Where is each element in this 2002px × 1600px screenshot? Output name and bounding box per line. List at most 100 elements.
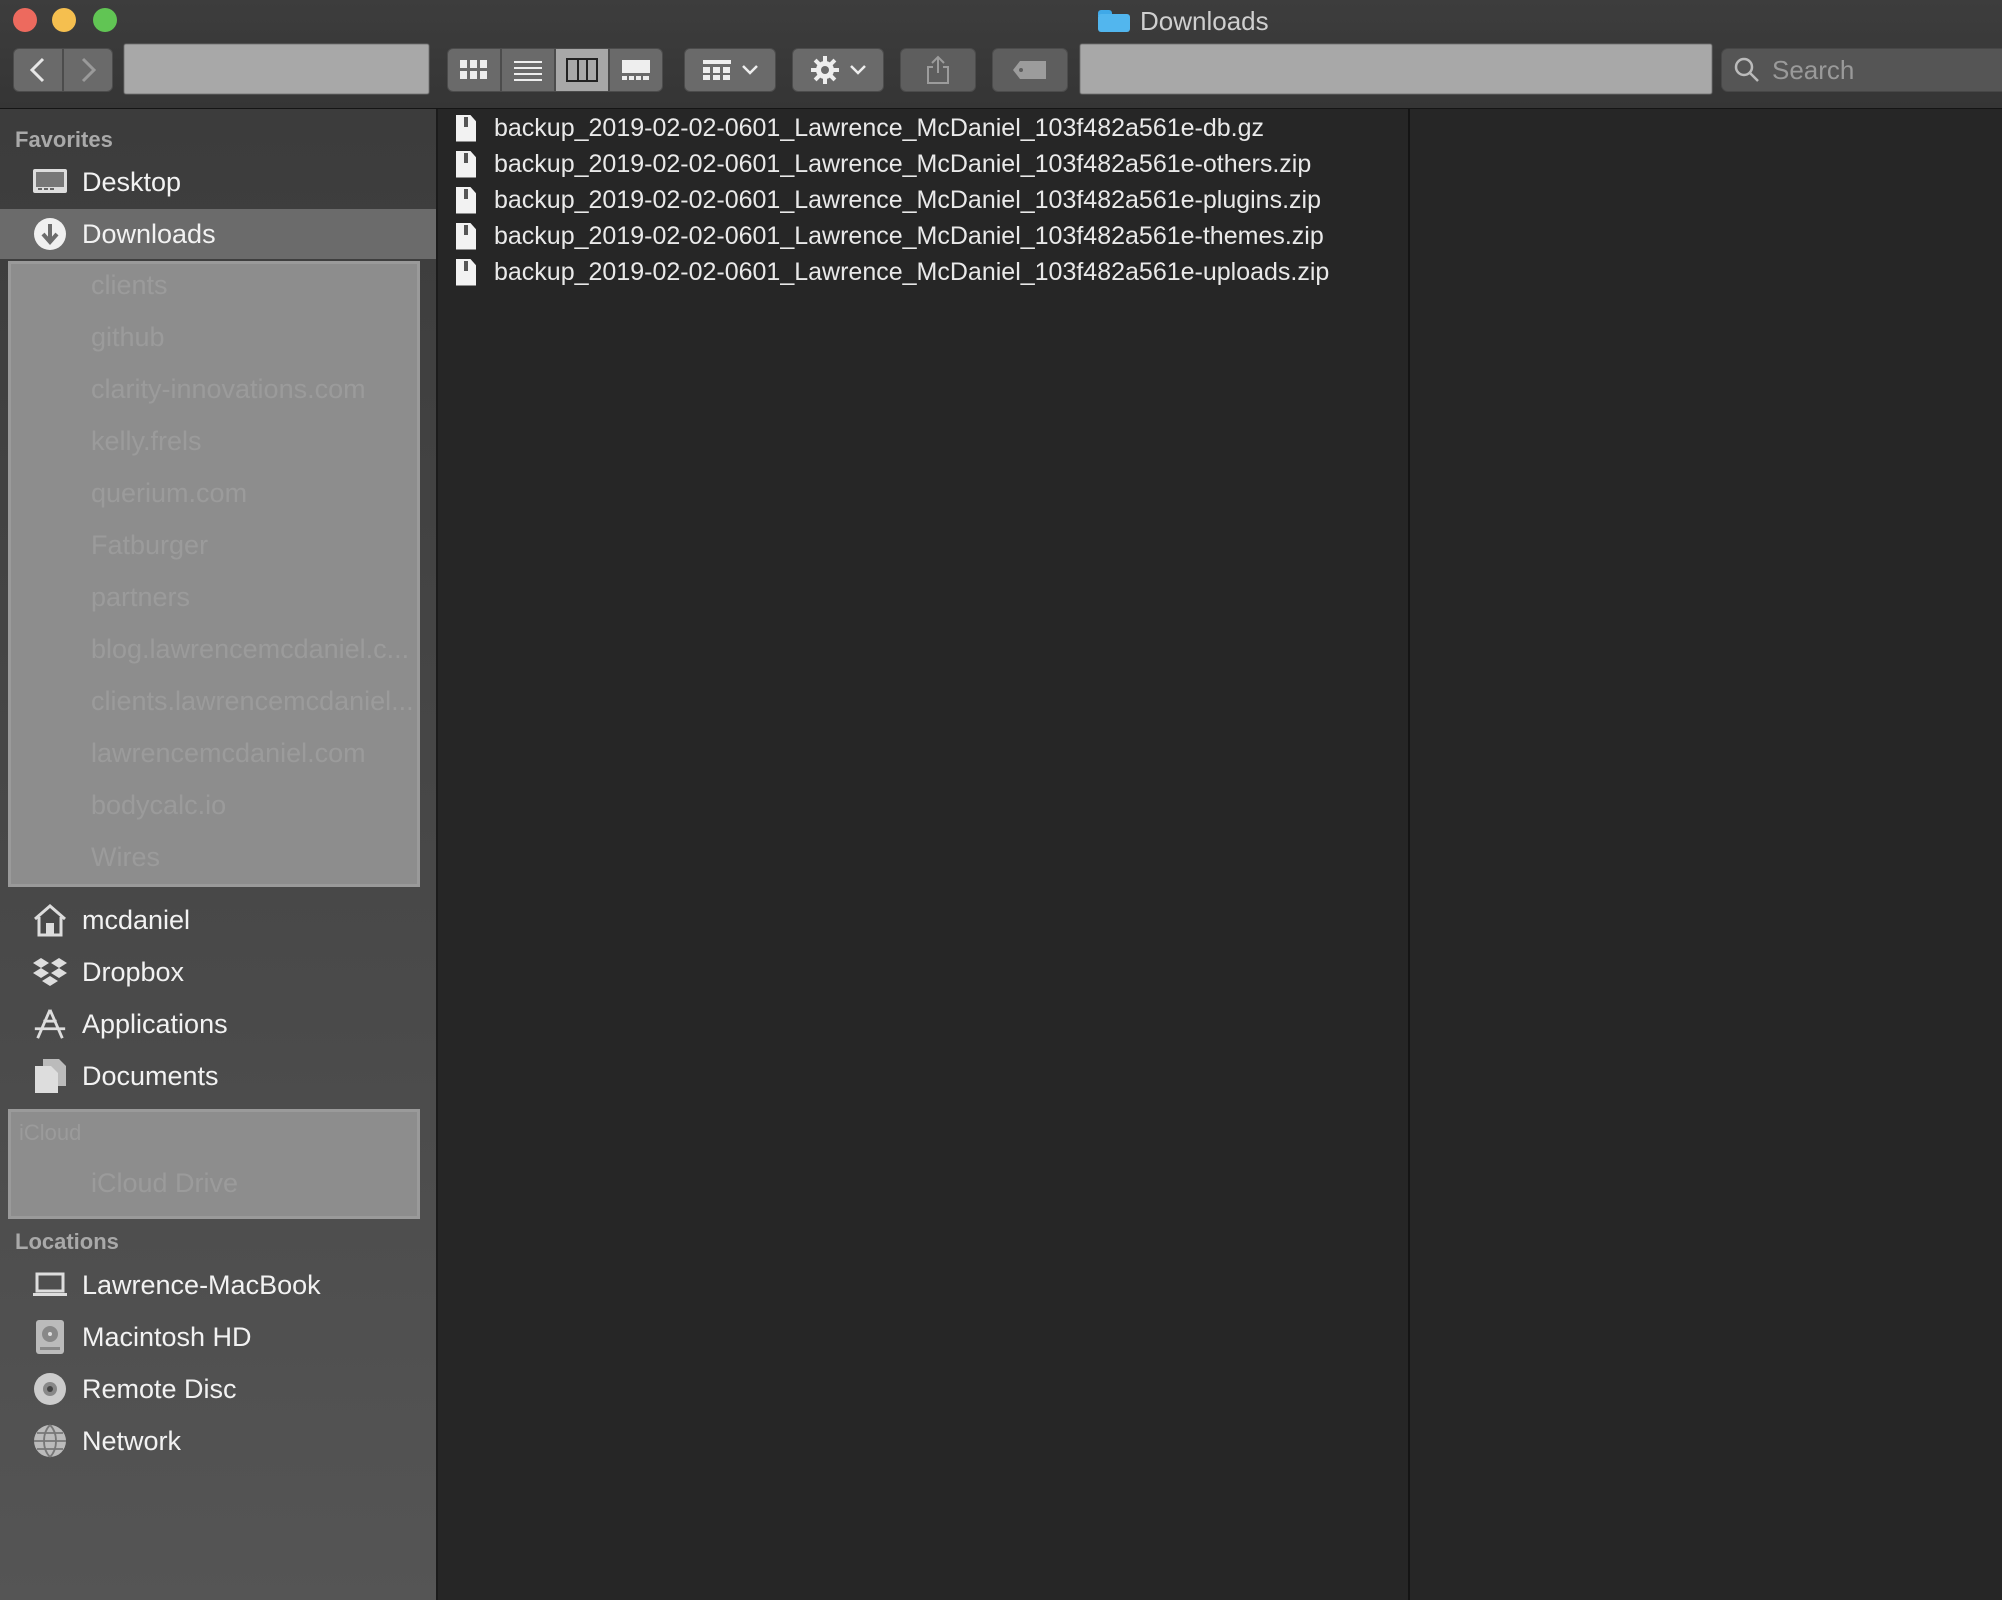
sidebar-item-label: Documents [82, 1060, 219, 1091]
share-button[interactable] [900, 48, 976, 92]
file-item[interactable]: backup_2019-02-02-0601_Lawrence_McDaniel… [456, 255, 1329, 289]
sidebar-item-macintosh-hd[interactable]: Macintosh HD [0, 1312, 436, 1362]
applications-icon [32, 1006, 68, 1042]
sidebar-item-applications[interactable]: Applications [0, 999, 436, 1049]
share-icon [927, 55, 949, 84]
hard-drive-icon [32, 1319, 68, 1355]
archive-file-icon [456, 186, 476, 214]
tag-icon [1013, 61, 1046, 79]
view-mode-group [447, 48, 663, 92]
hidden-favorite[interactable]: bodycalc.io [91, 790, 226, 821]
sidebar: Favorites Desktop Downloads clients gith… [0, 109, 438, 1600]
redacted-icloud: iCloud iCloud Drive [8, 1109, 420, 1219]
laptop-icon [32, 1267, 68, 1303]
sidebar-item-desktop[interactable]: Desktop [0, 157, 436, 207]
minimize-window-button[interactable] [52, 8, 76, 32]
sidebar-item-label: Dropbox [82, 956, 185, 987]
file-name: backup_2019-02-02-0601_Lawrence_McDaniel… [494, 113, 1265, 142]
file-name: backup_2019-02-02-0601_Lawrence_McDaniel… [494, 221, 1324, 250]
sidebar-item-label: Network [82, 1425, 182, 1456]
navigation-group [13, 48, 113, 92]
sidebar-item-lawrence-macbook[interactable]: Lawrence-MacBook [0, 1260, 436, 1310]
file-item[interactable]: backup_2019-02-02-0601_Lawrence_McDaniel… [456, 183, 1321, 217]
action-menu-button[interactable] [792, 48, 884, 92]
hidden-favorite[interactable]: clients.lawrencemcdaniel... [91, 686, 414, 717]
icloud-heading: iCloud [19, 1120, 82, 1145]
chevron-left-icon [29, 57, 45, 83]
archive-file-icon [456, 258, 476, 286]
search-field[interactable] [1721, 48, 2002, 92]
hidden-favorite[interactable]: clarity-innovations.com [91, 374, 366, 405]
forward-button[interactable] [63, 48, 113, 92]
sidebar-item-label: Applications [82, 1008, 228, 1039]
search-icon [1734, 57, 1759, 82]
file-item[interactable]: backup_2019-02-02-0601_Lawrence_McDaniel… [456, 147, 1311, 181]
redacted-favorites: clients github clarity-innovations.com k… [8, 261, 420, 887]
hidden-favorite[interactable]: partners [91, 582, 190, 613]
hidden-favorite[interactable]: querium.com [91, 478, 247, 509]
sidebar-item-label: Desktop [82, 166, 182, 197]
icon-view-icon [460, 60, 487, 79]
search-input[interactable] [1770, 53, 1994, 87]
column-view-icon [566, 58, 598, 82]
tag-group [992, 48, 1068, 92]
desktop-icon [32, 164, 68, 200]
zoom-window-button[interactable] [93, 8, 117, 32]
icon-view-button[interactable] [447, 48, 501, 92]
file-item[interactable]: backup_2019-02-02-0601_Lawrence_McDaniel… [456, 111, 1264, 145]
back-button[interactable] [13, 48, 63, 92]
redacted-path-control [124, 44, 429, 94]
list-view-button[interactable] [501, 48, 555, 92]
archive-file-icon [456, 222, 476, 250]
share-group [900, 48, 976, 92]
gallery-view-icon [622, 60, 650, 80]
sidebar-item-remote-disc[interactable]: Remote Disc [0, 1364, 436, 1414]
gear-icon [811, 56, 839, 84]
redacted-toolbar-area [1080, 44, 1712, 94]
hidden-favorite[interactable]: clients [91, 270, 168, 301]
sidebar-item-mcdaniel[interactable]: mcdaniel [0, 895, 436, 945]
sidebar-item-documents[interactable]: Documents [0, 1051, 436, 1101]
file-name: backup_2019-02-02-0601_Lawrence_McDaniel… [494, 185, 1321, 214]
close-window-button[interactable] [13, 8, 37, 32]
column-view-button[interactable] [555, 48, 609, 92]
tag-button[interactable] [992, 48, 1068, 92]
window-title: Downloads [1098, 4, 1269, 38]
sidebar-item-network[interactable]: Network [0, 1416, 436, 1466]
file-item[interactable]: backup_2019-02-02-0601_Lawrence_McDaniel… [456, 219, 1324, 253]
window-title-text: Downloads [1140, 5, 1269, 36]
group-by-icon [703, 60, 731, 80]
sidebar-item-label: Macintosh HD [82, 1321, 252, 1352]
sidebar-item-dropbox[interactable]: Dropbox [0, 947, 436, 997]
hidden-favorite[interactable]: kelly.frels [91, 426, 202, 457]
gallery-view-button[interactable] [609, 48, 663, 92]
home-icon [32, 902, 68, 938]
sidebar-item-label: Lawrence-MacBook [82, 1269, 321, 1300]
folder-icon [1098, 10, 1130, 32]
file-name: backup_2019-02-02-0601_Lawrence_McDaniel… [494, 257, 1330, 286]
disc-icon [32, 1371, 68, 1407]
hidden-favorite[interactable]: github [91, 322, 165, 353]
hidden-favorite[interactable]: blog.lawrencemcdaniel.c... [91, 634, 409, 665]
chevron-down-icon [742, 65, 758, 75]
sidebar-item-icloud-drive[interactable]: iCloud Drive [91, 1168, 238, 1199]
documents-icon [32, 1058, 68, 1094]
chevron-right-icon [81, 57, 97, 83]
hidden-favorite[interactable]: Fatburger [91, 530, 208, 561]
window-toolbar: Downloads [0, 0, 2002, 109]
sidebar-item-desktop[interactable] [0, 109, 436, 159]
file-name: backup_2019-02-02-0601_Lawrence_McDaniel… [494, 149, 1312, 178]
list-view-icon [514, 61, 542, 81]
file-column: backup_2019-02-02-0601_Lawrence_McDaniel… [438, 109, 1410, 1600]
group-by-group [684, 48, 776, 92]
sidebar-item-label: Remote Disc [82, 1373, 237, 1404]
hidden-favorite[interactable]: lawrencemcdaniel.com [91, 738, 366, 769]
sidebar-item-downloads[interactable]: Downloads [0, 209, 436, 259]
chevron-down-icon [850, 65, 866, 75]
hidden-favorite[interactable]: Wires [91, 842, 160, 873]
downloads-icon [32, 216, 68, 252]
action-group [792, 48, 884, 92]
group-by-button[interactable] [684, 48, 776, 92]
archive-file-icon [456, 150, 476, 178]
archive-file-icon [456, 114, 476, 142]
